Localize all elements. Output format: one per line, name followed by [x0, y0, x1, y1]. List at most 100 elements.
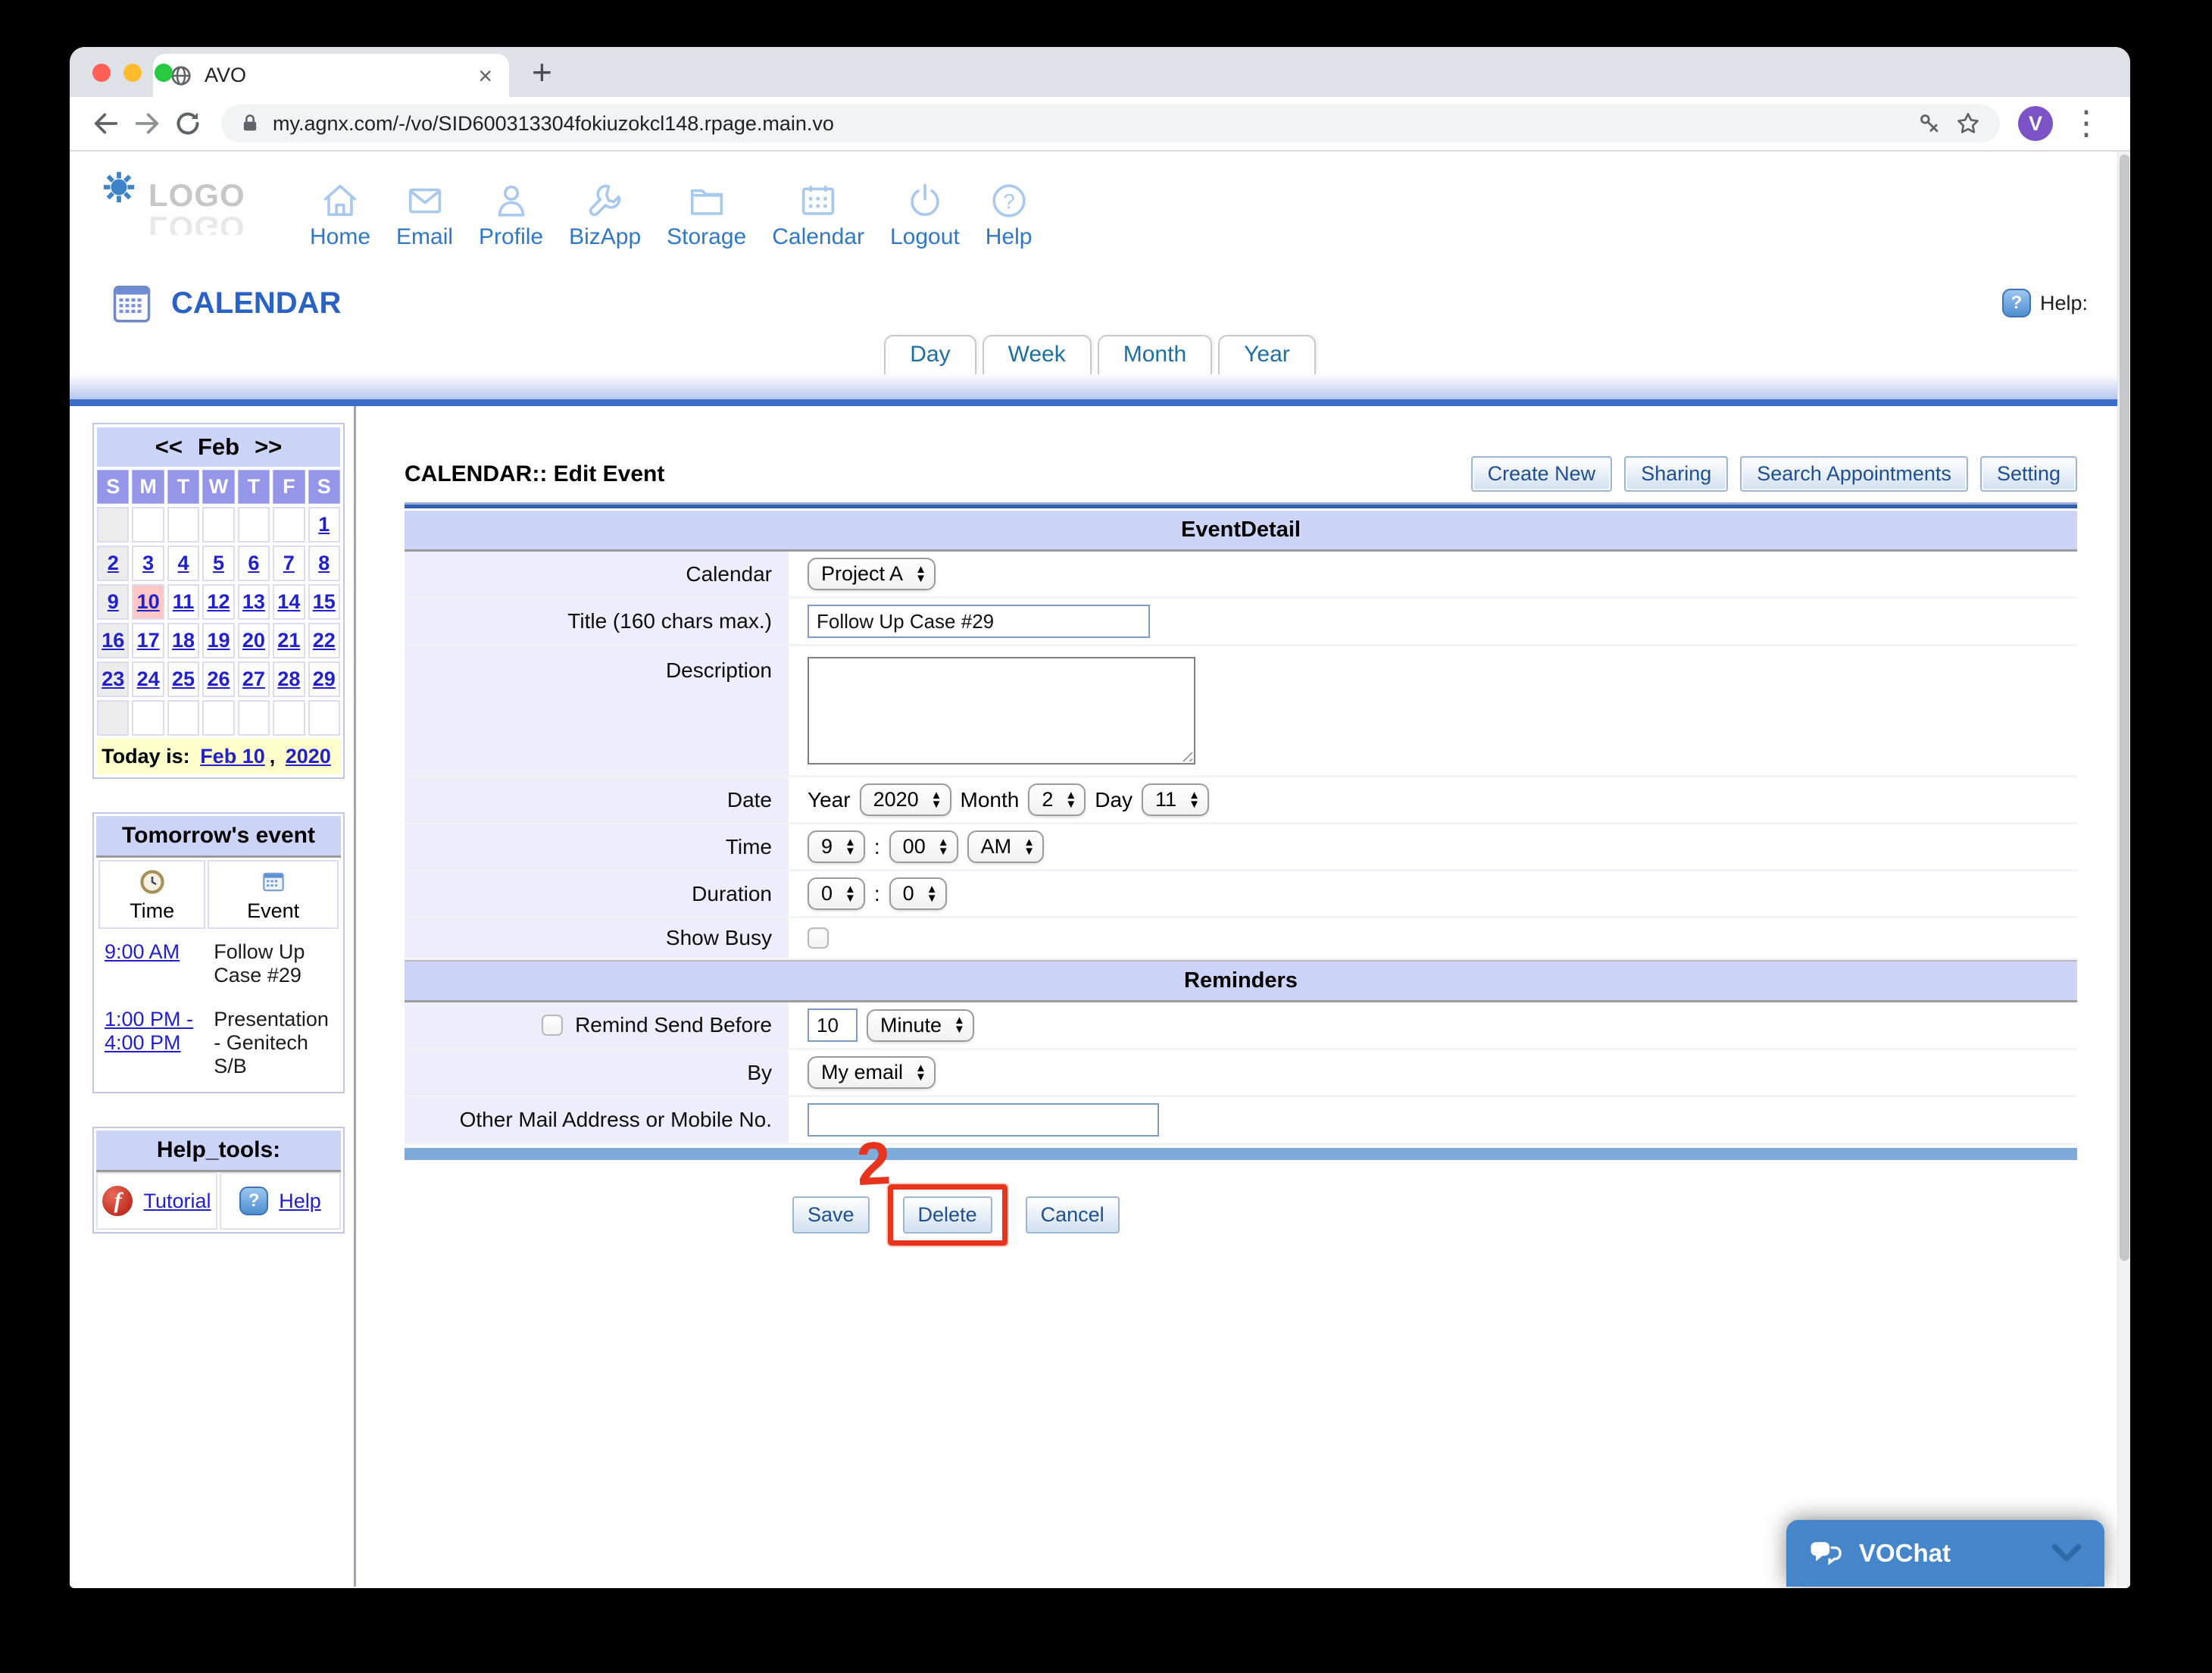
next-month-button[interactable]: >> [255, 433, 282, 460]
mini-cal-day-link[interactable]: 26 [207, 668, 230, 690]
create-new-button[interactable]: Create New [1471, 456, 1613, 492]
mini-cal-day-link[interactable]: 17 [137, 629, 160, 652]
mini-cal-day-cell[interactable]: 26 [202, 661, 234, 697]
mini-cal-day-cell[interactable]: 21 [273, 623, 305, 658]
day-select[interactable]: 11▲▼ [1142, 783, 1209, 816]
mini-cal-day-link[interactable]: 19 [207, 629, 230, 652]
duration-hours-select[interactable]: 0▲▼ [808, 877, 865, 910]
tab-week[interactable]: Week [983, 335, 1092, 374]
mini-cal-day-cell[interactable]: 12 [202, 584, 234, 620]
remind-value-input[interactable] [808, 1008, 858, 1042]
today-year-link[interactable]: 2020 [286, 745, 331, 768]
mini-cal-day-link[interactable]: 22 [313, 629, 336, 652]
show-busy-checkbox[interactable] [808, 927, 829, 949]
mini-cal-day-link[interactable]: 23 [102, 668, 124, 690]
minimize-window-button[interactable] [123, 64, 142, 82]
mini-cal-day-link[interactable]: 2 [108, 552, 119, 574]
mini-cal-day-link[interactable]: 3 [142, 552, 154, 574]
mini-cal-day-link[interactable]: 8 [318, 552, 330, 574]
mini-cal-day-cell[interactable]: 14 [273, 584, 305, 620]
mini-cal-day-cell[interactable]: 20 [238, 623, 270, 658]
mini-cal-day-link[interactable]: 29 [313, 668, 336, 690]
mini-cal-day-cell[interactable]: 1 [308, 507, 340, 543]
scrollbar-thumb[interactable] [2120, 155, 2129, 1261]
mini-cal-day-link[interactable]: 15 [313, 590, 336, 613]
mini-cal-day-cell[interactable]: 11 [167, 584, 199, 620]
remind-checkbox[interactable] [542, 1015, 563, 1036]
mini-cal-day-link[interactable]: 9 [108, 590, 119, 613]
vochat-widget[interactable]: VOChat [1786, 1520, 2104, 1587]
mini-cal-day-link[interactable]: 5 [213, 552, 224, 574]
nav-item-storage[interactable]: Storage [654, 179, 759, 250]
mini-cal-day-cell[interactable]: 5 [202, 546, 234, 581]
sharing-button[interactable]: Sharing [1624, 456, 1728, 492]
setting-button[interactable]: Setting [1980, 456, 2077, 492]
search-appointments-button[interactable]: Search Appointments [1740, 456, 1968, 492]
calendar-select[interactable]: Project A ▲▼ [808, 558, 936, 590]
page-scrollbar[interactable] [2117, 152, 2130, 1587]
today-date-link[interactable]: Feb 10 [200, 745, 265, 768]
mini-cal-day-cell[interactable]: 3 [132, 546, 164, 581]
bookmark-star-icon[interactable] [1954, 110, 1982, 137]
mini-cal-day-link[interactable]: 6 [248, 552, 259, 574]
duration-minutes-select[interactable]: 0▲▼ [889, 877, 947, 910]
browser-tab[interactable]: AVO × [153, 54, 509, 97]
mini-cal-day-cell[interactable]: 24 [132, 661, 164, 697]
event-time-link[interactable]: 9:00 AM [105, 940, 180, 963]
maximize-window-button[interactable] [155, 64, 173, 82]
description-textarea[interactable] [808, 657, 1195, 765]
nav-item-help[interactable]: ? Help [973, 179, 1045, 250]
mini-cal-day-link[interactable]: 10 [137, 590, 160, 613]
mini-cal-day-link[interactable]: 7 [283, 552, 295, 574]
month-select[interactable]: 2▲▼ [1028, 783, 1086, 816]
ampm-select[interactable]: AM▲▼ [967, 830, 1044, 863]
mini-cal-day-cell[interactable]: 8 [308, 546, 340, 581]
event-time-link[interactable]: 1:00 PM - 4:00 PM [105, 1008, 193, 1054]
password-key-icon[interactable] [1917, 111, 1942, 136]
browser-menu-icon[interactable]: ⋮ [2070, 107, 2103, 140]
by-select[interactable]: My email▲▼ [808, 1056, 936, 1089]
address-field[interactable]: my.agnx.com/-/vo/SID600313304fokiuzokcl1… [221, 105, 2000, 142]
tutorial-link[interactable]: Tutorial [143, 1190, 211, 1213]
save-button[interactable]: Save [792, 1196, 870, 1234]
nav-item-logout[interactable]: Logout [877, 179, 973, 250]
prev-month-button[interactable]: << [155, 433, 183, 460]
delete-button[interactable]: Delete [903, 1196, 992, 1234]
mini-cal-day-link[interactable]: 18 [172, 629, 195, 652]
mini-cal-day-cell[interactable]: 17 [132, 623, 164, 658]
tab-year[interactable]: Year [1218, 335, 1316, 374]
nav-item-calendar[interactable]: Calendar [759, 179, 877, 250]
mini-cal-day-cell[interactable]: 23 [97, 661, 129, 697]
mini-cal-day-link[interactable]: 11 [173, 590, 195, 613]
remind-unit-select[interactable]: Minute▲▼ [867, 1009, 974, 1042]
minute-select[interactable]: 00▲▼ [889, 830, 958, 863]
mini-cal-day-link[interactable]: 16 [102, 629, 124, 652]
tab-day[interactable]: Day [884, 335, 976, 374]
nav-item-email[interactable]: Email [383, 179, 466, 250]
nav-item-bizapp[interactable]: BizApp [556, 179, 654, 250]
mini-cal-day-link[interactable]: 13 [242, 590, 265, 613]
nav-item-profile[interactable]: Profile [466, 179, 556, 250]
tab-month[interactable]: Month [1098, 335, 1212, 374]
mini-cal-day-cell[interactable]: 16 [97, 623, 129, 658]
mini-cal-day-cell[interactable]: 6 [238, 546, 270, 581]
mini-cal-day-link[interactable]: 21 [277, 629, 300, 652]
cancel-button[interactable]: Cancel [1026, 1196, 1120, 1234]
mini-cal-day-cell[interactable]: 13 [238, 584, 270, 620]
chevron-down-icon[interactable] [2051, 1543, 2082, 1564]
mini-cal-day-link[interactable]: 1 [318, 513, 330, 536]
mini-cal-day-cell[interactable]: 19 [202, 623, 234, 658]
mini-cal-day-link[interactable]: 20 [242, 629, 265, 652]
mini-cal-day-link[interactable]: 12 [207, 590, 230, 613]
back-icon[interactable] [91, 108, 121, 139]
nav-item-home[interactable]: Home [297, 179, 383, 250]
help-tools-link[interactable]: Help [279, 1190, 321, 1213]
mini-cal-day-cell[interactable]: 27 [238, 661, 270, 697]
profile-avatar[interactable]: V [2018, 106, 2053, 141]
mini-cal-day-link[interactable]: 25 [172, 668, 195, 690]
close-window-button[interactable] [92, 64, 111, 82]
mini-cal-day-link[interactable]: 28 [277, 668, 300, 690]
mini-cal-day-link[interactable]: 14 [277, 590, 300, 613]
mini-cal-day-cell[interactable]: 18 [167, 623, 199, 658]
mini-cal-day-link[interactable]: 24 [137, 668, 160, 690]
